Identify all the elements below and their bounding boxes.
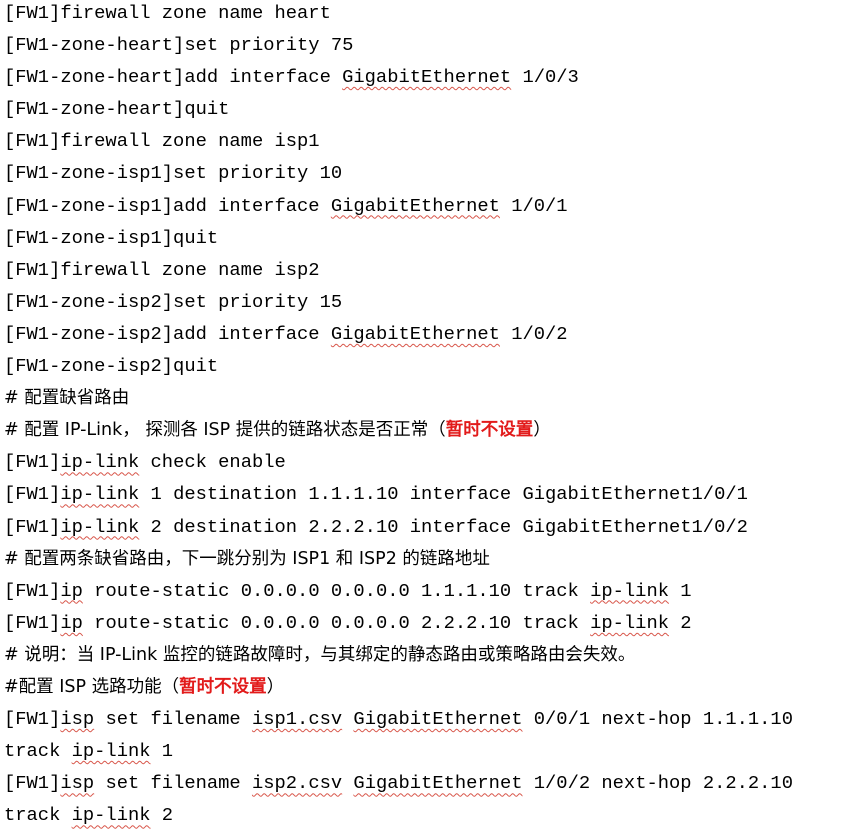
command-line: [FW1-zone-isp1]add interface GigabitEthe…: [4, 193, 839, 225]
spellcheck-flagged-text: ip-link: [71, 740, 151, 763]
command-line: [FW1]isp set filename isp1.csv GigabitEt…: [4, 706, 839, 738]
command-line: [FW1]ip route-static 0.0.0.0 0.0.0.0 2.2…: [4, 610, 839, 642]
line-text: 1/0/2: [499, 322, 568, 345]
highlighted-note: 暂时不设置: [179, 676, 267, 697]
line-text: [FW1]: [4, 579, 61, 602]
line-text: 0/0/1 next-hop 1.1.1.10: [522, 708, 793, 731]
spellcheck-flagged-text: ip: [60, 611, 83, 634]
command-line: [FW1]firewall zone name heart: [4, 0, 839, 32]
line-text: 2: [150, 804, 174, 827]
command-line: track ip-link 1: [4, 738, 839, 770]
line-text: [FW1]firewall zone name heart: [4, 2, 331, 24]
spellcheck-flagged-text: ip-link: [60, 483, 140, 506]
line-text: [FW1-zone-isp1]quit: [4, 226, 219, 249]
line-text: ）: [266, 676, 285, 697]
command-line: [FW1-zone-isp2]quit: [4, 353, 839, 385]
command-line: track ip-link 2: [4, 802, 839, 834]
command-line: [FW1]firewall zone name isp1: [4, 128, 839, 160]
comment-line: #配置 ISP 选路功能（暂时不设置）: [4, 674, 839, 706]
line-text: set filename: [94, 708, 252, 731]
spellcheck-flagged-text: isp: [60, 772, 95, 795]
line-text: [342, 708, 353, 730]
command-line: [FW1-zone-isp2]set priority 15: [4, 289, 839, 321]
command-line: [FW1-zone-isp2]add interface GigabitEthe…: [4, 321, 839, 353]
line-text: route-static 0.0.0.0 0.0.0.0 2.2.2.10 tr…: [82, 611, 591, 634]
command-line: [FW1]ip-link 1 destination 1.1.1.10 inte…: [4, 481, 839, 513]
line-text: ）: [533, 420, 551, 441]
line-text: [FW1]: [4, 611, 61, 634]
line-text: [FW1-zone-isp2]set priority 15: [4, 290, 343, 313]
line-text: [FW1]: [4, 772, 61, 795]
line-text: [FW1]: [4, 483, 61, 506]
line-text: [FW1-zone-isp2]quit: [4, 355, 219, 378]
command-line: [FW1]isp set filename isp2.csv GigabitEt…: [4, 770, 839, 802]
command-line: [FW1]firewall zone name isp2: [4, 257, 839, 289]
line-text: [FW1-zone-heart]quit: [4, 98, 230, 121]
line-text: 1 destination 1.1.1.10 interface Gigabit…: [139, 483, 748, 506]
line-text: 2 destination 2.2.2.10 interface Gigabit…: [139, 515, 748, 538]
spellcheck-flagged-text: GigabitEthernet: [330, 322, 500, 345]
line-text: # 配置 IP-Link， 探测各 ISP 提供的链路状态是否正常（: [4, 420, 446, 441]
spellcheck-flagged-text: isp2.csv: [251, 772, 343, 795]
line-text: #配置 ISP 选路功能（: [4, 676, 180, 697]
spellcheck-flagged-text: isp1.csv: [251, 708, 343, 731]
line-text: 1/0/3: [511, 66, 579, 89]
comment-line: # 说明：当 IP-Link 监控的链路故障时，与其绑定的静态路由或策略路由会失…: [4, 642, 839, 674]
line-text: 1/0/2 next-hop 2.2.2.10: [522, 772, 793, 795]
comment-line: # 配置 IP-Link， 探测各 ISP 提供的链路状态是否正常（暂时不设置）: [4, 417, 839, 449]
command-line: [FW1]ip-link 2 destination 2.2.2.10 inte…: [4, 514, 839, 546]
spellcheck-flagged-text: GigabitEthernet: [342, 66, 512, 89]
spellcheck-flagged-text: GigabitEthernet: [353, 772, 523, 795]
command-line: [FW1]ip-link check enable: [4, 449, 839, 481]
comment-line: # 配置两条缺省路由，下一跳分别为 ISP1 和 ISP2 的链路地址: [4, 546, 839, 578]
line-text: track: [4, 804, 72, 827]
spellcheck-flagged-text: ip-link: [60, 451, 140, 474]
line-text: [FW1-zone-heart]set priority 75: [4, 34, 354, 57]
spellcheck-flagged-text: ip-link: [590, 611, 669, 634]
line-text: 1: [669, 579, 692, 602]
spellcheck-flagged-text: ip-link: [590, 579, 669, 602]
line-text: [FW1-zone-isp1]add interface: [4, 194, 331, 217]
command-line: [FW1-zone-heart]quit: [4, 96, 839, 128]
line-text: check enable: [139, 451, 286, 474]
line-text: 1: [150, 740, 174, 763]
line-text: [FW1-zone-isp1]set priority 10: [4, 162, 343, 185]
line-text: # 配置缺省路由: [4, 388, 130, 409]
line-text: [FW1-zone-heart]add interface: [4, 66, 343, 89]
line-text: 1/0/1: [499, 194, 568, 217]
command-line: [FW1-zone-heart]add interface GigabitEth…: [4, 64, 839, 96]
spellcheck-flagged-text: ip: [60, 579, 83, 602]
line-text: # 配置两条缺省路由，下一跳分别为 ISP1 和 ISP2 的链路地址: [4, 548, 490, 569]
spellcheck-flagged-text: isp: [60, 708, 95, 731]
line-text: [FW1]: [4, 708, 61, 731]
line-text: route-static 0.0.0.0 0.0.0.0 1.1.1.10 tr…: [82, 579, 591, 602]
line-text: [FW1]firewall zone name isp2: [4, 258, 320, 281]
spellcheck-flagged-text: ip-link: [71, 804, 151, 827]
line-text: [FW1-zone-isp2]add interface: [4, 322, 331, 345]
line-text: track: [4, 740, 72, 763]
spellcheck-flagged-text: GigabitEthernet: [353, 708, 523, 731]
command-line: [FW1]ip route-static 0.0.0.0 0.0.0.0 1.1…: [4, 578, 839, 610]
spellcheck-flagged-text: ip-link: [60, 515, 140, 538]
config-document: [FW1]firewall zone name heart [FW1-zone-h…: [4, 0, 839, 834]
spellcheck-flagged-text: GigabitEthernet: [330, 194, 500, 217]
line-text: [FW1]: [4, 451, 61, 474]
line-text: [FW1]: [4, 515, 61, 538]
highlighted-note: 暂时不设置: [445, 420, 534, 441]
command-line: [FW1-zone-isp1]quit: [4, 225, 839, 257]
comment-line: # 配置缺省路由: [4, 385, 839, 417]
line-text: [342, 772, 353, 794]
line-text: 2: [669, 611, 692, 634]
command-line: [FW1-zone-heart]set priority 75: [4, 32, 839, 64]
line-text: # 说明：当 IP-Link 监控的链路故障时，与其绑定的静态路由或策略路由会失…: [4, 644, 636, 665]
line-text: set filename: [94, 772, 252, 795]
command-line: [FW1-zone-isp1]set priority 10: [4, 160, 839, 192]
line-text: [FW1]firewall zone name isp1: [4, 130, 320, 153]
